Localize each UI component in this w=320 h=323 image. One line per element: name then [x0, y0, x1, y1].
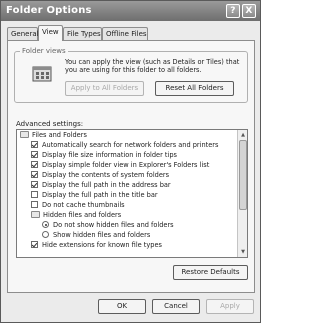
checkbox-icon — [31, 241, 38, 248]
checkbox-hide-extensions[interactable]: Hide extensions for known file types — [31, 241, 162, 250]
apply-button[interactable]: Apply — [206, 299, 254, 314]
folder-options-dialog: Folder Options ? X General View File Typ… — [0, 0, 261, 323]
close-button[interactable]: X — [242, 4, 256, 18]
folder-views-description: You can apply the view (such as Details … — [65, 58, 240, 74]
scroll-up-icon[interactable]: ▲ — [239, 131, 247, 139]
tree-item-hidden-files: Hidden files and folders — [31, 211, 121, 220]
folder-icon — [31, 211, 40, 218]
restore-defaults-button[interactable]: Restore Defaults — [173, 265, 248, 280]
scroll-thumb[interactable] — [239, 140, 247, 210]
radio-do-not-show-hidden[interactable]: Do not show hidden files and folders — [42, 221, 174, 230]
vertical-scrollbar[interactable]: ▲ ▼ — [237, 130, 247, 257]
tab-general[interactable]: General — [7, 27, 39, 40]
radio-icon — [42, 221, 49, 228]
advanced-settings-list[interactable]: Files and Folders Automatically search f… — [16, 129, 248, 258]
view-tab-panel: Folder views You can apply the view (suc… — [7, 40, 255, 293]
checkbox-auto-search-network[interactable]: Automatically search for network folders… — [31, 141, 218, 150]
checkbox-icon — [31, 161, 38, 168]
radio-show-hidden[interactable]: Show hidden files and folders — [42, 231, 150, 240]
folder-views-title: Folder views — [20, 47, 68, 55]
checkbox-icon — [31, 151, 38, 158]
checkbox-full-path-address[interactable]: Display the full path in the address bar — [31, 181, 171, 190]
tab-file-types[interactable]: File Types — [63, 27, 102, 40]
window-title: Folder Options — [6, 5, 92, 16]
help-button[interactable]: ? — [226, 4, 240, 18]
radio-icon — [42, 231, 49, 238]
reset-all-folders-button[interactable]: Reset All Folders — [155, 81, 234, 96]
advanced-settings-label: Advanced settings: — [16, 120, 84, 128]
scroll-down-icon[interactable]: ▼ — [239, 248, 247, 256]
apply-to-all-folders-button[interactable]: Apply to All Folders — [65, 81, 144, 96]
checkbox-file-size-tips[interactable]: Display file size information in folder … — [31, 151, 177, 160]
folder-views-group: Folder views You can apply the view (suc… — [14, 47, 248, 103]
tab-offline-files[interactable]: Offline Files — [102, 27, 148, 40]
title-bar: Folder Options ? X — [1, 1, 260, 21]
checkbox-cache-thumbnails[interactable]: Do not cache thumbnails — [31, 201, 125, 210]
cancel-button[interactable]: Cancel — [152, 299, 200, 314]
checkbox-icon — [31, 201, 38, 208]
folder-icon — [20, 131, 29, 138]
folder-views-icon — [32, 64, 52, 83]
tab-view[interactable]: View — [38, 25, 63, 41]
ok-button[interactable]: OK — [98, 299, 146, 314]
checkbox-full-path-title[interactable]: Display the full path in the title bar — [31, 191, 158, 200]
checkbox-icon — [31, 171, 38, 178]
checkbox-simple-folder-view[interactable]: Display simple folder view in Explorer's… — [31, 161, 209, 170]
checkbox-icon — [31, 141, 38, 148]
checkbox-icon — [31, 191, 38, 198]
tree-item-files-and-folders: Files and Folders — [20, 131, 87, 140]
checkbox-system-folders[interactable]: Display the contents of system folders — [31, 171, 169, 180]
checkbox-icon — [31, 181, 38, 188]
